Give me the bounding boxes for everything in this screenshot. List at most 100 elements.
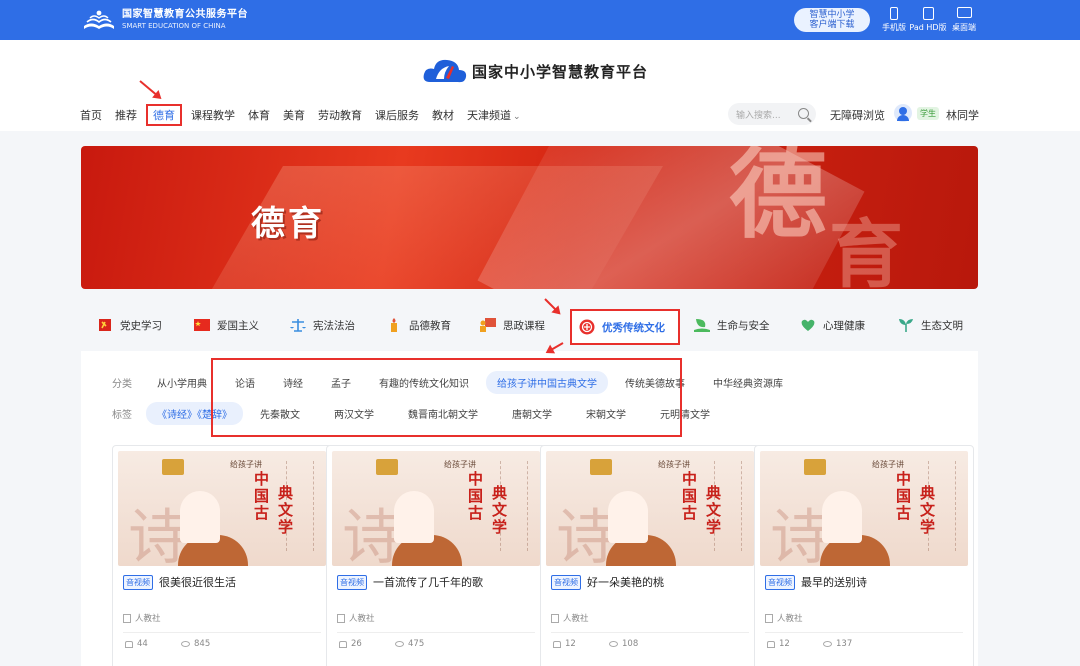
nav-item-moral-education[interactable]: 德育 — [146, 104, 182, 126]
thumb-title-col1: 中国古 — [254, 470, 270, 522]
chevron-down-icon: ⌄ — [513, 112, 521, 122]
like-icon — [767, 640, 775, 648]
top-bar: 国家智慧教育公共服务平台 SMART EDUCATION OF CHINA 智慧… — [0, 0, 1080, 40]
view-count-value: 108 — [622, 639, 639, 649]
nav-item-home[interactable]: 首页 — [80, 107, 102, 123]
category-tabs: 党史学习 爱国主义 宪法法治 品德教育 思政课程 优秀传统文化 生命与安全 心理… — [81, 305, 978, 351]
banner-title: 德育 — [251, 204, 325, 244]
logo-en-text: SMART EDUCATION OF CHINA — [122, 22, 226, 30]
nav-item-tianjin-channel[interactable]: 天津频道 ⌄ — [467, 107, 521, 123]
annotation-box-filters — [211, 358, 682, 437]
category-label: 爱国主义 — [217, 319, 259, 332]
thumb-lines-decoration — [286, 461, 314, 551]
card-divider — [123, 632, 321, 633]
media-type-badge: 音视频 — [551, 575, 581, 590]
thumb-title-col1: 中国古 — [896, 470, 912, 522]
card-title[interactable]: 最早的送别诗 — [801, 574, 867, 590]
seal-icon — [804, 459, 826, 475]
thumb-lines-decoration — [500, 461, 528, 551]
nav-item-textbooks[interactable]: 教材 — [432, 107, 454, 123]
nav-item-sports[interactable]: 体育 — [248, 107, 270, 123]
category-tab-life-safety[interactable]: 生命与安全 — [693, 317, 770, 333]
client-download-button[interactable]: 智慧中小学 客户端下载 — [794, 8, 870, 32]
nav-item-recommend[interactable]: 推荐 — [115, 107, 137, 123]
moral-education-banner: 德 育 德育 — [81, 146, 978, 289]
category-tab-character-education[interactable]: 品德教育 — [385, 317, 451, 333]
like-count-value: 12 — [565, 639, 576, 649]
resource-card[interactable]: 诗 给孩子讲 中国古 典文学 音视频 好一朵美艳的桃 人教社 12 108 — [540, 445, 760, 666]
category-label: 心理健康 — [823, 319, 865, 332]
category-label: 党史学习 — [120, 319, 162, 332]
resource-card[interactable]: 诗 给孩子讲 中国古 典文学 音视频 一首流传了几千年的歌 人教社 26 475 — [326, 445, 546, 666]
card-publisher: 人教社 — [551, 612, 589, 624]
user-name[interactable]: 林同学 — [946, 107, 979, 123]
brand-logo[interactable]: 国家中小学智慧教育平台 — [422, 54, 648, 88]
accessibility-link[interactable]: 无障碍浏览 — [830, 107, 885, 123]
eye-icon — [609, 641, 618, 647]
nav-item-labor[interactable]: 劳动教育 — [318, 107, 362, 123]
category-label: 生命与安全 — [717, 319, 770, 332]
desktop-version-label: 桌面端 — [952, 23, 976, 32]
search-input[interactable]: 输入搜索... — [728, 103, 816, 125]
thumb-lines-decoration — [714, 461, 742, 551]
card-title[interactable]: 好一朵美艳的桃 — [587, 574, 664, 590]
category-tab-traditional-culture[interactable]: 优秀传统文化 — [570, 309, 680, 345]
avatar[interactable] — [894, 104, 912, 122]
party-flag-icon — [96, 317, 114, 333]
nav-item-course-teaching[interactable]: 课程教学 — [191, 107, 235, 123]
eye-icon — [395, 641, 404, 647]
heart-leaf-icon — [799, 317, 817, 333]
national-flag-icon — [193, 317, 211, 333]
category-tab-party-history[interactable]: 党史学习 — [96, 317, 162, 333]
resource-card[interactable]: 诗 给孩子讲 中国古 典文学 音视频 很美很近很生活 人教社 44 845 — [112, 445, 332, 666]
filter-chip[interactable]: 中华经典资源库 — [702, 371, 794, 394]
banner-big-glyph-1: 德 — [729, 146, 828, 252]
category-label: 品德教育 — [409, 319, 451, 332]
book-logo-icon — [82, 8, 116, 32]
nav-item-after-school[interactable]: 课后服务 — [375, 107, 419, 123]
view-count-value: 845 — [194, 639, 211, 649]
nav-item-tianjin-label: 天津频道 — [467, 109, 511, 122]
lecture-icon — [479, 317, 497, 333]
card-thumbnail: 诗 给孩子讲 中国古 典文学 — [760, 451, 968, 566]
eye-icon — [823, 641, 832, 647]
category-label: 思政课程 — [503, 319, 545, 332]
card-divider — [551, 632, 749, 633]
figure-head-decoration — [822, 491, 862, 543]
client-download-line2: 客户端下载 — [809, 20, 855, 30]
category-tab-constitution-law[interactable]: 宪法法治 — [289, 317, 355, 333]
like-count-value: 12 — [779, 639, 790, 649]
category-tab-patriotism[interactable]: 爱国主义 — [193, 317, 259, 333]
publisher-name: 人教社 — [563, 614, 589, 624]
card-title[interactable]: 很美很近很生活 — [159, 574, 236, 590]
card-divider — [337, 632, 535, 633]
category-tab-mental-health[interactable]: 心理健康 — [799, 317, 865, 333]
logo-cn-text: 国家智慧教育公共服务平台 — [122, 9, 248, 20]
leaf-hand-icon — [693, 317, 711, 333]
category-tab-ideological-course[interactable]: 思政课程 — [479, 317, 545, 333]
banner-big-glyph-2: 育 — [829, 212, 903, 289]
like-count: 12 — [553, 639, 576, 649]
view-count: 108 — [609, 639, 638, 649]
publisher-name: 人教社 — [777, 614, 803, 624]
resource-card[interactable]: 诗 给孩子讲 中国古 典文学 音视频 最早的送别诗 人教社 12 137 — [754, 445, 974, 666]
sprout-icon — [897, 317, 915, 333]
search-icon[interactable] — [798, 108, 809, 119]
media-type-badge: 音视频 — [765, 575, 795, 590]
view-count: 137 — [823, 639, 852, 649]
category-tab-eco-civilization[interactable]: 生态文明 — [897, 317, 963, 333]
desktop-version-link[interactable]: 桌面端 — [946, 7, 982, 33]
nav-item-arts[interactable]: 美育 — [283, 107, 305, 123]
cloud-logo-icon — [422, 56, 468, 86]
filter-chip[interactable]: 从小学用典 — [146, 371, 218, 394]
annotation-arrow-nav — [139, 80, 161, 99]
thumb-subtitle: 给孩子讲 — [230, 460, 262, 469]
card-title[interactable]: 一首流传了几千年的歌 — [373, 574, 483, 590]
media-type-badge: 音视频 — [123, 575, 153, 590]
platform-logo[interactable]: 国家智慧教育公共服务平台 SMART EDUCATION OF CHINA — [82, 7, 248, 33]
thumb-title-col1: 中国古 — [468, 470, 484, 522]
client-download-line1: 智慧中小学 — [809, 10, 855, 20]
view-count: 475 — [395, 639, 424, 649]
pad-version-link[interactable]: Pad HD版 — [906, 7, 950, 33]
like-count: 12 — [767, 639, 790, 649]
